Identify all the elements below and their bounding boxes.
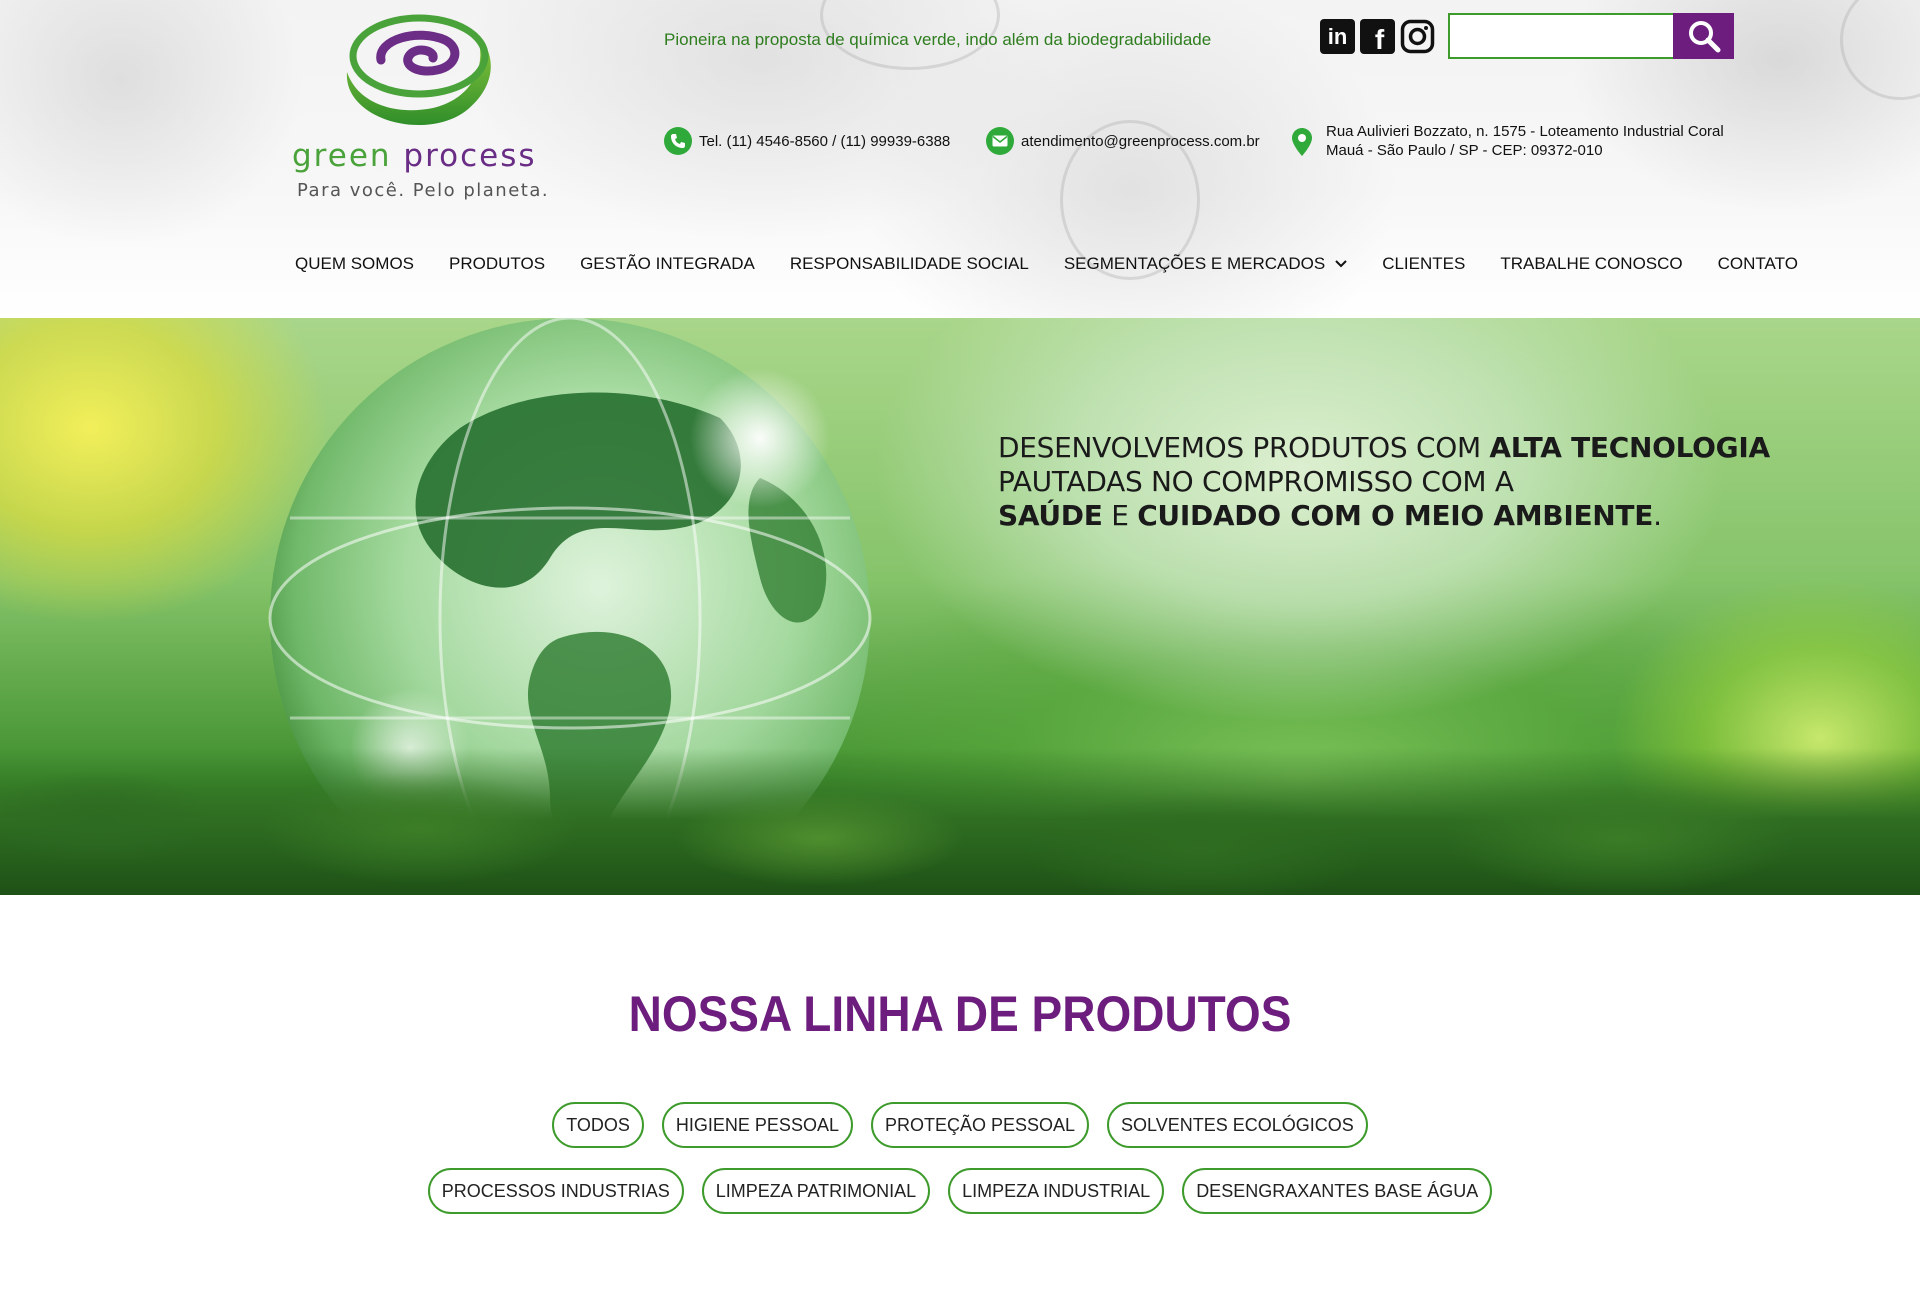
hero-headline: DESENVOLVEMOS PRODUTOS COM ALTA TECNOLOG… <box>998 431 1770 532</box>
logo-swirl-icon <box>346 14 491 126</box>
nav-item-segmentacoes[interactable]: SEGMENTAÇÕES E MERCADOS <box>1064 254 1347 274</box>
logo-wordmark: green process <box>292 138 537 174</box>
filter-processos-industrias[interactable]: PROCESSOS INDUSTRIAS <box>427 1168 684 1214</box>
address-line-2: Mauá - São Paulo / SP - CEP: 09372-010 <box>1326 142 1603 159</box>
moss-foreground <box>0 748 1920 895</box>
filter-protecao-pessoal[interactable]: PROTEÇÃO PESSOAL <box>870 1102 1090 1148</box>
filter-limpeza-industrial[interactable]: LIMPEZA INDUSTRIAL <box>948 1168 1165 1214</box>
filter-limpeza-patrimonial[interactable]: LIMPEZA PATRIMONIAL <box>701 1168 931 1214</box>
contact-email[interactable]: atendimento@greenprocess.com.br <box>986 127 1260 155</box>
facebook-icon[interactable]: f <box>1360 19 1395 55</box>
nav-item-clientes[interactable]: CLIENTES <box>1382 254 1465 274</box>
filter-todos[interactable]: TODOS <box>552 1102 644 1148</box>
filter-desengraxantes-base-agua[interactable]: DESENGRAXANTES BASE ÁGUA <box>1182 1168 1493 1214</box>
products-section-title: NOSSA LINHA DE PRODUTOS <box>628 986 1292 1042</box>
logo-tagline: Para você. Pelo planeta. <box>297 180 550 201</box>
map-pin-icon <box>1292 128 1312 156</box>
main-nav: QUEM SOMOS PRODUTOS GESTÃO INTEGRADA RES… <box>295 254 1798 274</box>
envelope-icon <box>986 127 1014 155</box>
nav-item-trabalhe-conosco[interactable]: TRABALHE CONOSCO <box>1500 254 1682 274</box>
search-button[interactable] <box>1673 13 1734 59</box>
contact-phone[interactable]: Tel. (11) 4546-8560 / (11) 99939-6388 <box>664 127 950 155</box>
chevron-down-icon <box>1335 260 1347 268</box>
product-filters-row-1: TODOS HIGIENE PESSOAL PROTEÇÃO PESSOAL S… <box>0 1102 1920 1148</box>
nav-item-responsabilidade-social[interactable]: RESPONSABILIDADE SOCIAL <box>790 254 1029 274</box>
search-input[interactable] <box>1448 13 1675 59</box>
phone-icon <box>664 127 692 155</box>
instagram-icon[interactable] <box>1400 19 1435 54</box>
linkedin-icon[interactable]: in <box>1320 19 1355 54</box>
nav-item-gestao-integrada[interactable]: GESTÃO INTEGRADA <box>580 254 755 274</box>
nav-item-quem-somos[interactable]: QUEM SOMOS <box>295 254 414 274</box>
site-logo[interactable]: green process Para você. Pelo planeta. <box>292 10 552 205</box>
search-icon <box>1688 21 1720 53</box>
filter-solventes-ecologicos[interactable]: SOLVENTES ECOLÓGICOS <box>1107 1102 1368 1148</box>
header-tagline: Pioneira na proposta de química verde, i… <box>664 30 1212 49</box>
product-filters-row-2: PROCESSOS INDUSTRIAS LIMPEZA PATRIMONIAL… <box>0 1168 1920 1214</box>
hero-banner: DESENVOLVEMOS PRODUTOS COM ALTA TECNOLOG… <box>0 318 1920 895</box>
site-header: green process Para você. Pelo planeta. P… <box>0 0 1920 318</box>
filter-higiene-pessoal[interactable]: HIGIENE PESSOAL <box>661 1102 853 1148</box>
nav-item-produtos[interactable]: PRODUTOS <box>449 254 545 274</box>
contact-address: Rua Aulivieri Bozzato, n. 1575 - Loteame… <box>1292 122 1724 160</box>
address-line-1: Rua Aulivieri Bozzato, n. 1575 - Loteame… <box>1326 123 1724 140</box>
nav-item-contato[interactable]: CONTATO <box>1718 254 1798 274</box>
background-lab-beaker <box>1840 0 1920 100</box>
